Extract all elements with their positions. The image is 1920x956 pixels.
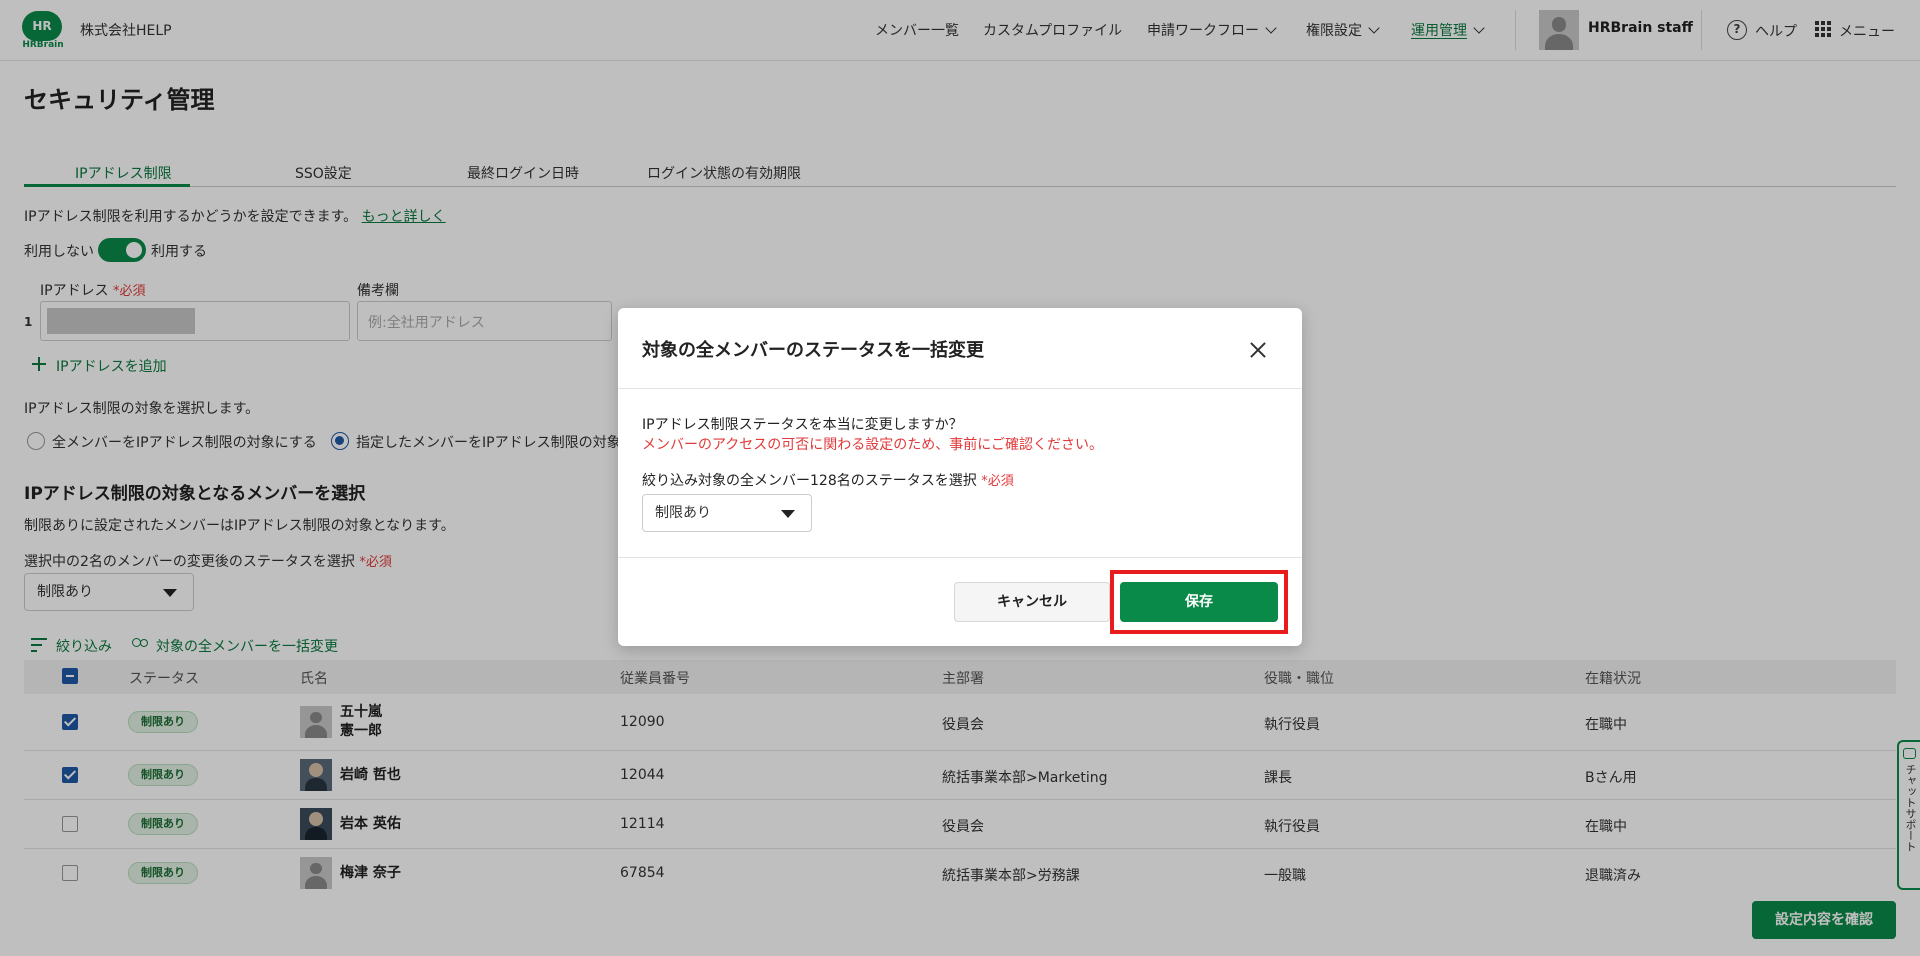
required-mark: *必須	[981, 474, 1014, 489]
label-text: 絞り込み対象の全メンバー128名のステータスを選択	[642, 473, 977, 489]
caret-down-icon	[781, 510, 795, 518]
cancel-button[interactable]: キャンセル	[954, 582, 1110, 622]
status-select-label: 絞り込み対象の全メンバー128名のステータスを選択 *必須	[642, 470, 1014, 490]
bulk-status-change-dialog: 対象の全メンバーのステータスを一括変更 IPアドレス制限ステータスを本当に変更し…	[618, 308, 1302, 646]
status-select[interactable]: 制限あり	[642, 494, 812, 532]
warning-text: メンバーのアクセスの可否に関わる設定のため、事前にご確認ください。	[642, 437, 1104, 453]
dialog-title: 対象の全メンバーのステータスを一括変更	[642, 340, 984, 361]
close-icon[interactable]	[1248, 340, 1268, 360]
dialog-divider	[618, 388, 1302, 389]
confirm-question: IPアドレス制限ステータスを本当に変更しますか？	[642, 417, 963, 433]
dialog-divider	[618, 557, 1302, 558]
save-button[interactable]: 保存	[1120, 582, 1278, 622]
select-value: 制限あり	[655, 505, 711, 521]
